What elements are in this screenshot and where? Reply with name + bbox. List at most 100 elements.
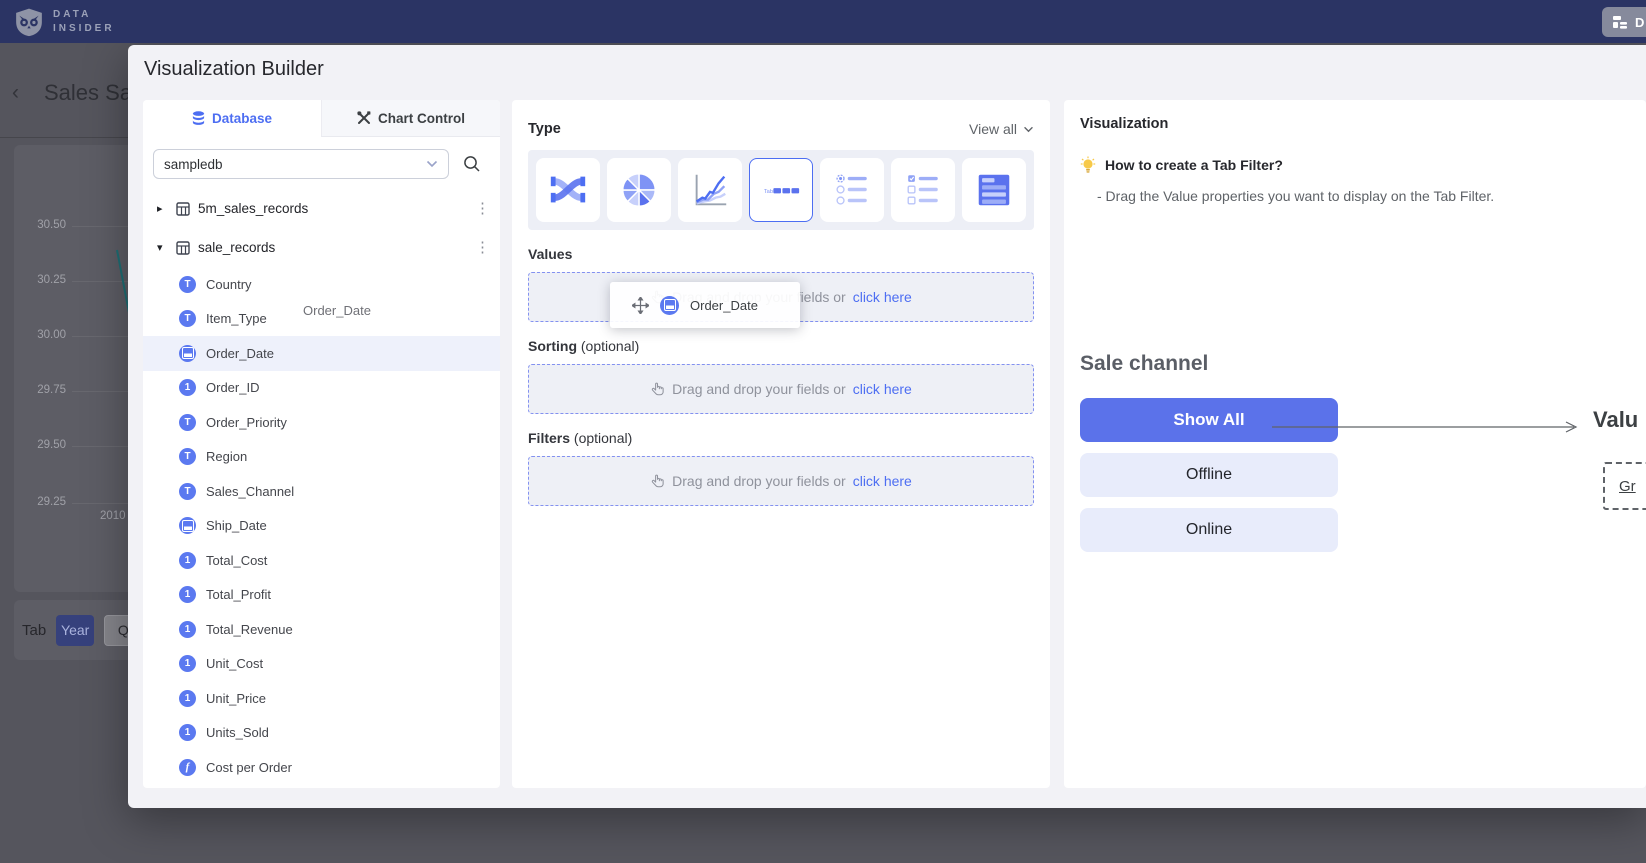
field-row-region[interactable]: TRegion (143, 440, 500, 475)
text-field-icon: T (179, 310, 196, 327)
dropzone-click-here-link[interactable]: click here (853, 381, 912, 397)
checkbox-list-icon (902, 169, 944, 211)
option-online[interactable]: Online (1080, 508, 1338, 552)
field-row-cost-per-order[interactable]: fCost per Order (143, 750, 500, 785)
screen: DATA INSIDER D ‹ Sales Sa 30.50 (0, 0, 1646, 863)
field-row-unit-price[interactable]: 1 Unit_Price (143, 681, 500, 716)
field-row-order-id[interactable]: 1Order_ID (143, 371, 500, 406)
tab-chart-control[interactable]: Chart Control (321, 100, 500, 137)
back-chevron-icon[interactable]: ‹ (12, 81, 19, 105)
tip-title: How to create a Tab Filter? (1105, 157, 1283, 173)
tab-filter-icon: Tab (760, 169, 802, 211)
field-label: Total_Revenue (206, 622, 293, 637)
field-row-sales-channel[interactable]: TSales_Channel (143, 474, 500, 509)
hand-pointer-icon (650, 473, 665, 489)
chart-type-radio-list[interactable] (820, 158, 884, 222)
field-row-order-date[interactable]: Order_Date (143, 336, 500, 371)
app-logo: DATA INSIDER (14, 7, 115, 37)
divider (0, 137, 140, 138)
number-field-icon: 1 (179, 724, 196, 741)
period-tab-tab[interactable]: Tab (22, 622, 46, 639)
database-panel: Database Chart Control sampledb (143, 100, 500, 788)
chart-type-table[interactable] (962, 158, 1026, 222)
table-icon (176, 202, 190, 216)
search-icon[interactable] (463, 155, 481, 173)
table-name: sale_records (198, 240, 275, 255)
table-chart-icon (973, 169, 1015, 211)
option-offline[interactable]: Offline (1080, 453, 1338, 497)
tab-chart-control-label: Chart Control (378, 111, 465, 126)
field-row-total-cost[interactable]: 1Total_Cost (143, 543, 500, 578)
chart-type-strip: Tab (528, 150, 1034, 230)
modal-title: Visualization Builder (144, 58, 324, 81)
number-field-icon: 1 (179, 655, 196, 672)
field-label: Units_Sold (206, 725, 269, 740)
field-row-units-sold[interactable]: 1 Units_Sold (143, 716, 500, 751)
tip-row: How to create a Tab Filter? (1080, 156, 1630, 174)
date-field-icon (179, 517, 196, 534)
chart-type-pie[interactable] (607, 158, 671, 222)
view-all-button[interactable]: View all (969, 121, 1034, 137)
caret-down-icon[interactable]: ▾ (157, 241, 168, 254)
svg-text:Tab: Tab (764, 189, 773, 195)
background-page-title: Sales Sa (44, 80, 132, 106)
dragging-field-chip[interactable]: Order_Date (610, 282, 800, 328)
field-row-unit-cost[interactable]: 1 Unit_Cost (143, 647, 500, 682)
top-navbar: DATA INSIDER D (0, 0, 1646, 43)
sorting-dropzone[interactable]: Drag and drop your fields or click here (528, 364, 1034, 414)
annotation-group-link[interactable]: Gr (1619, 478, 1636, 495)
view-all-label: View all (969, 121, 1017, 137)
values-label: Values (528, 246, 1034, 264)
filters-dropzone[interactable]: Drag and drop your fields or click here (528, 456, 1034, 506)
dropzone-hint: Drag and drop your fields or (672, 473, 846, 489)
dropzone-click-here-link[interactable]: click here (853, 289, 912, 305)
field-label: Unit_Price (206, 691, 266, 706)
number-field-icon: 1 (179, 621, 196, 638)
table-icon (176, 241, 190, 255)
chart-type-sankey[interactable] (536, 158, 600, 222)
sorting-label: Sorting (optional) (528, 338, 1034, 356)
number-field-icon: 1 (179, 379, 196, 396)
move-cursor-icon (632, 297, 649, 314)
text-field-icon: T (179, 414, 196, 431)
tab-filter-widget: Sale channel Show All Offline Online (1080, 352, 1338, 552)
chart-type-checkbox-list[interactable] (891, 158, 955, 222)
chart-type-tab-filter[interactable]: Tab (749, 158, 813, 222)
tab-database[interactable]: Database (143, 100, 321, 137)
field-label: Unit_Cost (206, 656, 263, 671)
dashboard-button[interactable]: D (1602, 7, 1646, 37)
field-row-country[interactable]: TCountry (143, 267, 500, 302)
database-select[interactable]: sampledb (153, 149, 449, 179)
number-field-icon: 1 (179, 586, 196, 603)
text-field-icon: T (179, 483, 196, 500)
annotation-group-box: Gr (1603, 462, 1646, 510)
drag-origin-ghost: Order_Date (303, 303, 371, 318)
field-row-ship-date[interactable]: Ship_Date (143, 509, 500, 544)
panel-tabs: Database Chart Control (143, 100, 500, 137)
database-select-value: sampledb (164, 157, 223, 172)
radio-list-icon (831, 169, 873, 211)
visualization-builder-modal: Visualization Builder Database (128, 45, 1646, 808)
chevron-down-icon (1023, 126, 1034, 133)
chart-config-panel: Type View all (512, 100, 1050, 788)
lightbulb-icon (1080, 156, 1096, 174)
tools-icon (357, 111, 371, 125)
field-label: Order_Date (206, 346, 274, 361)
widget-title: Sale channel (1080, 352, 1338, 376)
dropzone-click-here-link[interactable]: click here (853, 473, 912, 489)
table-row-sale-records[interactable]: ▾ sale_records ⋮ (143, 228, 500, 267)
chart-type-line[interactable] (678, 158, 742, 222)
caret-right-icon[interactable]: ▸ (157, 202, 168, 215)
y-axis-tick: 29.25 (22, 496, 66, 508)
period-tab-year[interactable]: Year (56, 615, 94, 646)
field-label: Total_Cost (206, 553, 267, 568)
kebab-menu-icon[interactable]: ⋮ (475, 240, 490, 255)
number-field-icon: 1 (179, 690, 196, 707)
field-row-total-profit[interactable]: 1Total_Profit (143, 578, 500, 613)
field-row-order-priority[interactable]: TOrder_Priority (143, 405, 500, 440)
sorting-section: Sorting (optional) Drag and drop your fi… (528, 338, 1034, 414)
table-row-5m-sales-records[interactable]: ▸ 5m_sales_records ⋮ (143, 189, 500, 228)
field-row-total-revenue[interactable]: 1 Total_Revenue (143, 612, 500, 647)
kebab-menu-icon[interactable]: ⋮ (475, 201, 490, 216)
visualization-title: Visualization (1080, 116, 1630, 132)
